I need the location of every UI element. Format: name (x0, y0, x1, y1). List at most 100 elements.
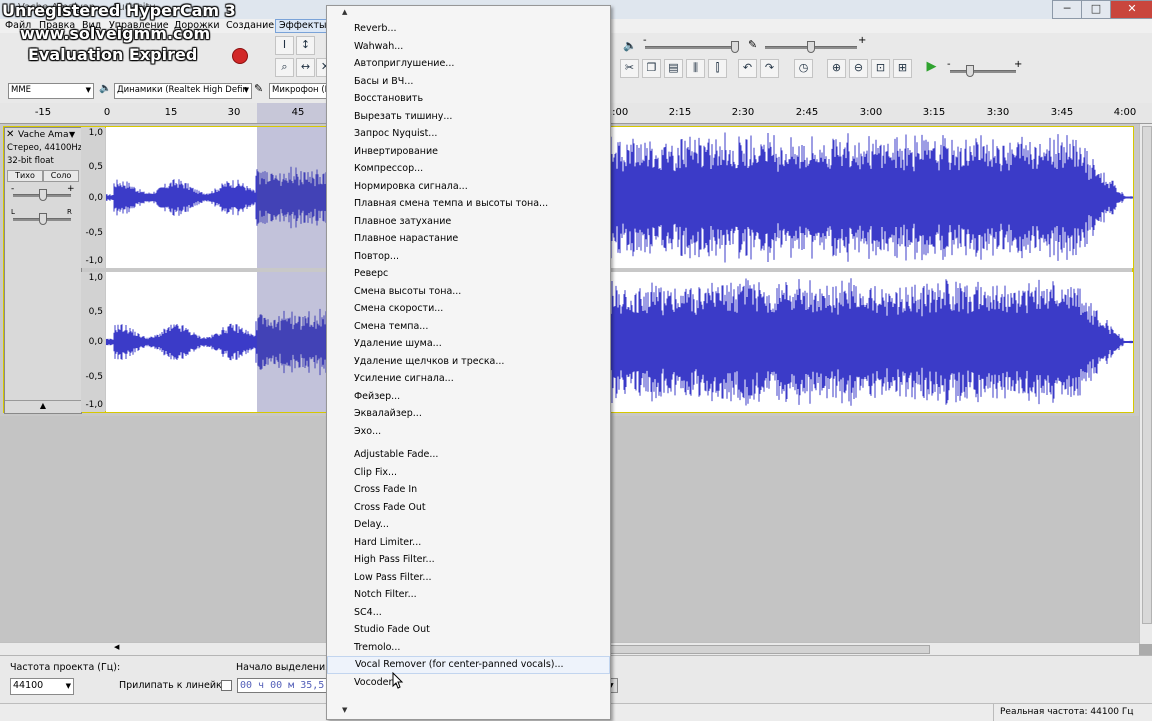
horizontal-scroll-thumb[interactable] (610, 645, 930, 654)
effect-menu-item[interactable]: Нормировка сигнала... (327, 178, 610, 196)
play-speed-thumb[interactable] (966, 65, 974, 77)
gain-minus-label: - (11, 184, 15, 194)
vertical-scroll-thumb[interactable] (1142, 126, 1152, 624)
effect-menu-item[interactable]: Усиление сигнала... (327, 370, 610, 388)
scroll-left-arrow-icon[interactable]: ◀ (114, 643, 119, 651)
selection-start-field[interactable]: 00 ч 00 м 35,5 (237, 678, 329, 693)
track-name[interactable]: Vache Ama (18, 130, 68, 140)
trim-icon[interactable]: ⫼ (686, 59, 705, 78)
pan-left-label: L (11, 208, 15, 216)
input-volume-thumb[interactable] (807, 41, 815, 53)
effect-menu-item[interactable]: Басы и ВЧ... (327, 73, 610, 91)
project-rate-select[interactable]: 44100 ▼ (10, 678, 74, 695)
effect-menu-item[interactable]: Плавное затухание (327, 213, 610, 231)
effect-menu-item[interactable]: Adjustable Fade... (327, 446, 610, 464)
maximize-button[interactable]: □ (1081, 0, 1111, 19)
effect-menu-item[interactable]: Смена темпа... (327, 318, 610, 336)
ruler-tick: -15 (34, 107, 52, 118)
menu-scroll-down-icon[interactable]: ▼ (327, 706, 625, 714)
redo-icon[interactable]: ↷ (760, 59, 779, 78)
effect-menu-item[interactable]: Восстановить (327, 90, 610, 108)
effect-menu-item[interactable]: Повтор... (327, 248, 610, 266)
effect-menu-item[interactable]: Studio Fade Out (327, 621, 610, 639)
output-volume-slider[interactable] (645, 46, 737, 49)
silence-icon[interactable]: ⫿ (708, 59, 727, 78)
fit-project-icon[interactable]: ⊞ (893, 59, 912, 78)
track-close-icon[interactable]: ✕ (6, 129, 14, 140)
pan-thumb[interactable] (39, 213, 47, 225)
effect-menu-item[interactable]: Удаление шума... (327, 335, 610, 353)
effect-menu-item[interactable]: Tremolo... (327, 639, 610, 657)
collapse-track-icon[interactable]: ▲ (5, 400, 81, 413)
effect-menu-item[interactable]: Wahwah... (327, 38, 610, 56)
audio-host-select[interactable]: MME ▼ (8, 83, 94, 99)
effect-menu-item[interactable]: Удаление щелчков и треска... (327, 353, 610, 371)
effect-menu-item[interactable]: Clip Fix... (327, 464, 610, 482)
vertical-scrollbar[interactable] (1139, 124, 1152, 644)
solo-button[interactable]: Соло (43, 170, 79, 182)
effect-menu-item[interactable]: High Pass Filter... (327, 551, 610, 569)
effect-menu-item[interactable]: Delay... (327, 516, 610, 534)
snap-to-checkbox[interactable] (221, 680, 232, 691)
effect-menu-item[interactable]: Hard Limiter... (327, 534, 610, 552)
input-device-select[interactable]: Микрофон (Hi (269, 83, 329, 99)
effect-menu-item[interactable]: Вырезать тишину... (327, 108, 610, 126)
effect-menu-item[interactable]: Reverb... (327, 20, 610, 38)
scale-label: 0,0 (88, 193, 103, 203)
paste-icon[interactable]: ▤ (664, 59, 683, 78)
envelope-tool-icon[interactable]: ↕ (296, 36, 315, 55)
effect-menu-item[interactable]: Реверс (327, 265, 610, 283)
output-device-select[interactable]: Динамики (Realtek High Defin ▼ (114, 83, 252, 99)
menu-generate[interactable]: Создание (223, 19, 277, 33)
cut-icon[interactable]: ✂ (620, 59, 639, 78)
effect-menu-item[interactable]: Vocal Remover (for center-panned vocals)… (327, 656, 610, 674)
effect-menu-item[interactable]: Плавное нарастание (327, 230, 610, 248)
undo-icon[interactable]: ↶ (738, 59, 757, 78)
effect-menu-item[interactable]: Компрессор... (327, 160, 610, 178)
effect-menu-item[interactable]: Cross Fade In (327, 481, 610, 499)
gain-thumb[interactable] (39, 189, 47, 201)
selection-tool-icon[interactable]: I (275, 36, 294, 55)
snap-to-label: Прилипать к линейке (119, 680, 228, 691)
ruler-tick: 3:45 (1050, 107, 1074, 118)
zoom-in-icon[interactable]: ⊕ (827, 59, 846, 78)
timeshift-tool-icon[interactable]: ↔ (296, 58, 315, 77)
track-menu-chevron-icon[interactable]: ▼ (69, 130, 75, 139)
record-button[interactable] (232, 48, 248, 64)
zoom-tool-icon[interactable]: ⌕ (275, 58, 294, 77)
effect-menu-item[interactable]: Инвертирование (327, 143, 610, 161)
ruler-tick: 30 (227, 107, 241, 118)
effect-menu-item[interactable]: Эхо... (327, 423, 610, 441)
effect-menu-item[interactable]: Смена скорости... (327, 300, 610, 318)
play-at-speed-icon[interactable]: ▶ (923, 59, 940, 76)
effects-menu: ▲ Reverb... Wahwah... Автоприглушение... Ба… (326, 5, 611, 720)
menu-effects[interactable]: Эффекты (275, 19, 331, 33)
effect-menu-item[interactable]: Автоприглушение... (327, 55, 610, 73)
effect-menu-item[interactable]: Плавная смена темпа и высоты тона... (327, 195, 610, 213)
effect-menu-item[interactable]: Фейзер... (327, 388, 610, 406)
project-rate-value: 44100 (13, 680, 44, 691)
mute-button[interactable]: Тихо (7, 170, 43, 182)
zoom-out-icon[interactable]: ⊖ (849, 59, 868, 78)
play-speed-slider[interactable] (950, 70, 1016, 73)
effect-menu-item[interactable]: Notch Filter... (327, 586, 610, 604)
copy-icon[interactable]: ❐ (642, 59, 661, 78)
vertical-scale-bottom[interactable]: 1,0 0,5 0,0 -0,5 -1,0 (81, 272, 105, 412)
sync-lock-icon[interactable]: ◷ (794, 59, 813, 78)
input-meter-plus: + (858, 35, 867, 46)
minimize-button[interactable]: ─ (1052, 0, 1082, 19)
effect-menu-item[interactable]: Cross Fade Out (327, 499, 610, 517)
close-button[interactable]: ✕ (1110, 0, 1152, 19)
effect-menu-item[interactable]: Смена высоты тона... (327, 283, 610, 301)
effect-menu-item[interactable]: Vocoder... (327, 674, 610, 692)
menu-scroll-up-icon[interactable]: ▲ (327, 8, 625, 16)
selection-region-bottom[interactable] (257, 272, 327, 412)
output-volume-thumb[interactable] (731, 41, 739, 53)
effect-menu-item[interactable]: Эквалайзер... (327, 405, 610, 423)
vertical-scale-top[interactable]: 1,0 0,5 0,0 -0,5 -1,0 (81, 127, 105, 268)
effect-menu-item[interactable]: Запрос Nyquist... (327, 125, 610, 143)
effect-menu-item[interactable]: SC4... (327, 604, 610, 622)
effect-menu-item[interactable]: Low Pass Filter... (327, 569, 610, 587)
selection-region-top[interactable] (257, 127, 327, 268)
fit-selection-icon[interactable]: ⊡ (871, 59, 890, 78)
